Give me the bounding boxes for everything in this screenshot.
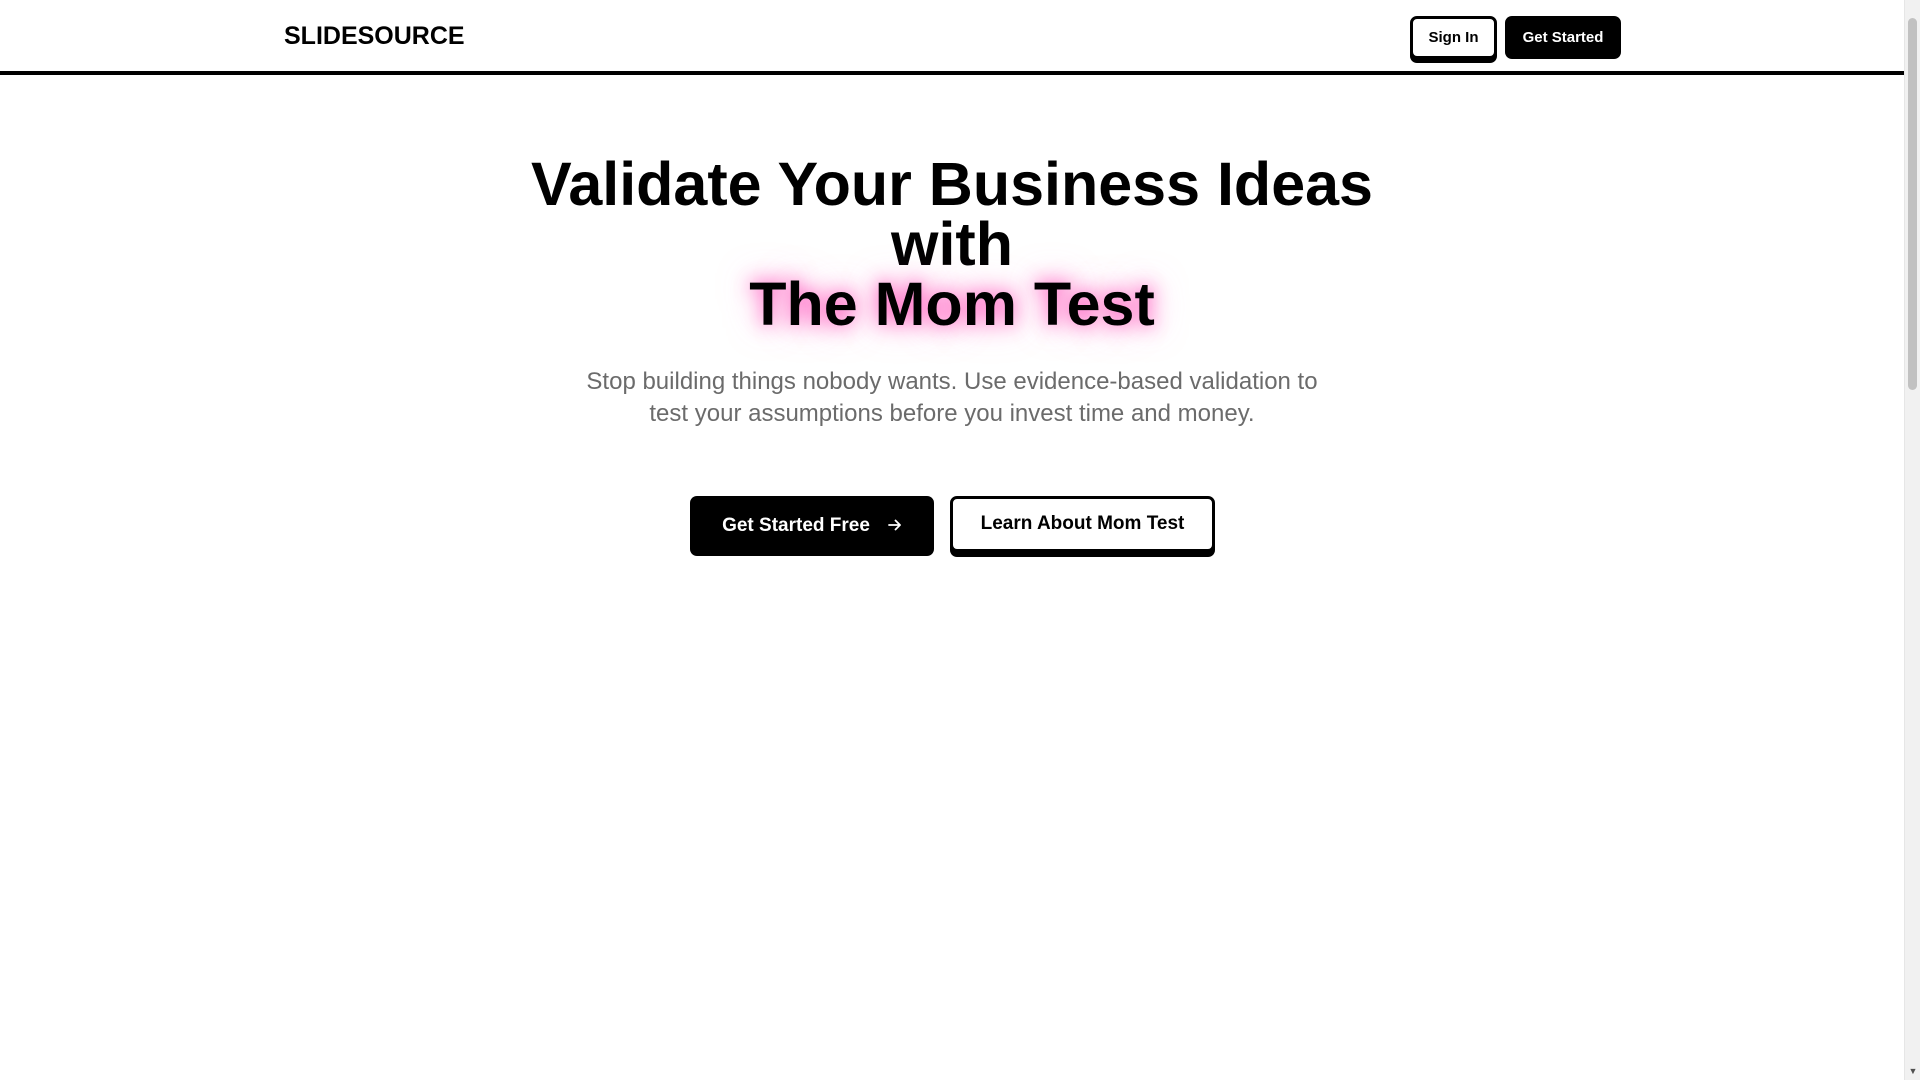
sign-in-button[interactable]: Sign In xyxy=(1410,16,1497,59)
hero-title: Validate Your Business Ideas with The Mo… xyxy=(452,150,1452,338)
hero-title-line-2: with xyxy=(891,210,1013,278)
hero-title-line-1: Validate Your Business Ideas xyxy=(531,150,1373,218)
site-header: SLIDESOURCE Sign In Get Started xyxy=(0,0,1904,75)
scrollbar-thumb[interactable] xyxy=(1908,18,1917,390)
landing-page: SLIDESOURCE Sign In Get Started Validate… xyxy=(0,0,1904,1080)
logo[interactable]: SLIDESOURCE xyxy=(284,21,465,51)
hero-title-accent: The Mom Test xyxy=(749,270,1155,338)
hero-subtitle-line-2: test your assumptions before you invest … xyxy=(649,400,1255,427)
arrow-right-icon xyxy=(888,518,902,535)
scroll-down-arrow-icon[interactable]: ▼ xyxy=(1905,1062,1920,1080)
hero-subtitle: Stop building things nobody wants. Use e… xyxy=(552,366,1352,430)
vertical-scrollbar[interactable]: ▼ xyxy=(1904,0,1920,1080)
get-started-free-button[interactable]: Get Started Free xyxy=(690,496,934,556)
get-started-free-label: Get Started Free xyxy=(722,515,870,536)
arrow-right-icon-svg xyxy=(888,519,901,530)
get-started-button[interactable]: Get Started xyxy=(1505,16,1621,59)
learn-about-mom-test-button[interactable]: Learn About Mom Test xyxy=(950,496,1215,552)
hero-subtitle-line-1: Stop building things nobody wants. Use e… xyxy=(586,368,1318,395)
